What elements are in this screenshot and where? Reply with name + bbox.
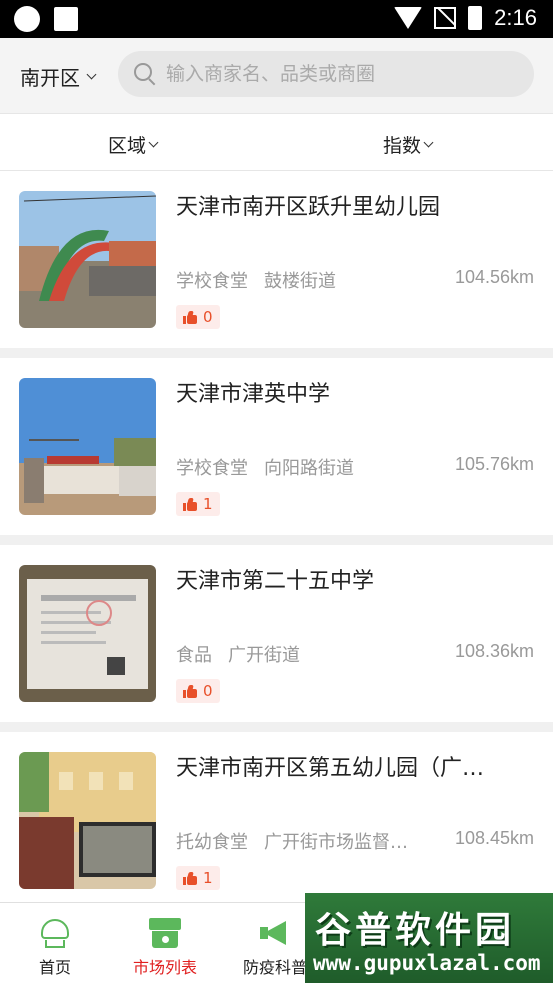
merchant-distance: 108.45km <box>454 828 534 848</box>
search-header: 南开区 <box>0 38 553 113</box>
merchant-name: 天津市南开区第五幼儿园（广… <box>176 756 485 781</box>
merchant-category: 食品 <box>176 645 212 666</box>
wifi-icon <box>394 7 423 29</box>
filter-index[interactable]: 指数 <box>383 131 434 158</box>
merchant-photo <box>19 565 156 702</box>
thumbs-up-icon <box>183 310 197 324</box>
list-item[interactable]: 天津市南开区第五幼儿园（广… 托幼食堂 广开街市场监督… 108.45km 1 <box>0 732 553 909</box>
filter-area-label: 区域 <box>108 135 147 157</box>
list-item[interactable]: 天津市津英中学 学校食堂 向阳路街道 105.76km 1 <box>0 358 553 535</box>
like-count: 0 <box>203 682 213 700</box>
merchant-name: 天津市津英中学 <box>176 382 331 407</box>
merchant-meta: 学校食堂 向阳路街道 <box>176 454 354 480</box>
notification-app-icon <box>14 6 40 32</box>
thumbs-up-icon <box>183 871 197 885</box>
like-badge[interactable]: 0 <box>176 679 220 703</box>
like-count: 0 <box>203 308 213 326</box>
nav-market-list-label: 市场列表 <box>132 958 197 977</box>
like-count: 1 <box>203 495 213 513</box>
merchant-name: 天津市南开区跃升里幼儿园 <box>176 195 441 220</box>
merchant-street: 广开街市场监督… <box>264 832 408 853</box>
merchant-street: 广开街道 <box>228 645 300 666</box>
filter-index-label: 指数 <box>383 135 422 157</box>
thumbs-up-icon <box>183 497 197 511</box>
battery-icon <box>468 6 483 30</box>
merchant-meta: 学校食堂 鼓楼街道 <box>176 267 336 293</box>
like-badge[interactable]: 0 <box>176 305 220 329</box>
search-input[interactable] <box>166 63 506 85</box>
merchant-photo <box>19 752 156 889</box>
merchant-distance: 104.56km <box>454 267 534 287</box>
watermark-text: 谷普软件园 <box>315 910 516 951</box>
filter-bar: 区域 指数 <box>0 113 553 171</box>
like-badge[interactable]: 1 <box>176 492 220 516</box>
filter-area[interactable]: 区域 <box>108 131 159 158</box>
merchant-meta: 托幼食堂 广开街市场监督… <box>176 828 408 854</box>
merchant-category: 学校食堂 <box>176 458 248 479</box>
like-count: 1 <box>203 869 213 887</box>
merchant-photo <box>19 378 156 515</box>
merchant-list: 天津市南开区跃升里幼儿园 学校食堂 鼓楼街道 104.56km 0 天津市津英中… <box>0 171 553 919</box>
chef-hat-icon <box>38 917 72 949</box>
district-selector[interactable]: 南开区 <box>20 62 97 91</box>
merchant-street: 鼓楼街道 <box>264 271 336 292</box>
chevron-down-icon <box>86 69 97 80</box>
merchant-meta: 食品 广开街道 <box>176 641 300 667</box>
merchant-photo <box>19 191 156 328</box>
list-item[interactable]: 天津市第二十五中学 食品 广开街道 108.36km 0 <box>0 545 553 722</box>
nav-market-list[interactable]: 市场列表 <box>110 903 220 983</box>
megaphone-icon <box>258 917 292 949</box>
search-box[interactable] <box>118 51 534 97</box>
status-time: 2:16 <box>494 5 537 30</box>
merchant-name: 天津市第二十五中学 <box>176 569 375 594</box>
merchant-distance: 108.36km <box>454 641 534 661</box>
thumbs-up-icon <box>183 684 197 698</box>
district-label: 南开区 <box>20 66 80 90</box>
like-badge[interactable]: 1 <box>176 866 220 890</box>
site-watermark: 谷普软件园 www.gupuxlazal.com <box>305 893 553 983</box>
merchant-street: 向阳路街道 <box>264 458 354 479</box>
status-bar: 2:16 <box>0 0 553 38</box>
no-signal-icon <box>434 7 457 29</box>
nav-epidemic-science-label: 防疫科普 <box>242 958 307 977</box>
watermark-url: www.gupuxlazal.com <box>313 951 541 975</box>
merchant-category: 学校食堂 <box>176 271 248 292</box>
notification-square-icon <box>54 7 78 31</box>
chevron-down-icon <box>148 137 159 148</box>
nav-home-label: 首页 <box>38 958 71 977</box>
list-item[interactable]: 天津市南开区跃升里幼儿园 学校食堂 鼓楼街道 104.56km 0 <box>0 171 553 348</box>
nav-home[interactable]: 首页 <box>0 903 110 983</box>
merchant-category: 托幼食堂 <box>176 832 248 853</box>
search-icon <box>134 63 156 86</box>
chevron-down-icon <box>423 137 434 148</box>
merchant-distance: 105.76km <box>454 454 534 474</box>
shop-icon <box>148 917 182 949</box>
